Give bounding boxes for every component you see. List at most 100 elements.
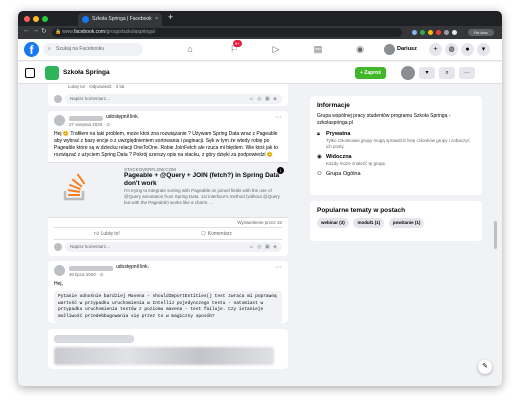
extension-icon[interactable] (420, 30, 425, 35)
visibility-description: Każdy może znaleźć tę grupę. (326, 161, 387, 166)
url-prefix: www. (62, 29, 74, 35)
group-type-info: ⚇ Grupa Ogólna (317, 171, 475, 178)
messenger-icon[interactable]: ◍ (445, 43, 458, 56)
account-menu-icon[interactable]: ▾ (477, 43, 490, 56)
create-button[interactable]: + (429, 43, 442, 56)
facebook-top-bar: f ⌕ Szukaj na Facebooku ⌂ ⚐ 9+ ▷ ▤ ◉ Dar… (18, 39, 502, 61)
avatar[interactable] (54, 265, 65, 276)
search-icon[interactable]: ⌕ (439, 67, 455, 79)
extension-icon[interactable] (444, 30, 449, 35)
avatar[interactable] (401, 66, 415, 80)
address-field[interactable]: 🔒 www.facebook.com/groups/szkolaspringa/ (52, 28, 402, 37)
view-count[interactable]: Wyświetlenie przez 32 (48, 218, 288, 227)
comment-placeholder: Napisz komentarz... (70, 244, 110, 249)
user-profile-chip[interactable]: Dariusz (383, 43, 422, 56)
visibility-title: Widoczna (326, 154, 352, 160)
comment-input[interactable]: Napisz komentarz... ☺ ◎ ▣ ◈ (65, 94, 282, 104)
facebook-logo[interactable]: f (24, 42, 39, 57)
comment-meta: Lubię to! · Odpowiedz · 3 lat (68, 84, 125, 89)
group-feed: Lubię to! · Odpowiedz · 3 lat Napisz kom… (48, 84, 288, 386)
group-people-icon: ⚇ (317, 171, 322, 177)
topic-chip[interactable]: webinar (3) (317, 218, 349, 228)
minimize-window-dot[interactable] (33, 16, 39, 22)
avatar (54, 95, 62, 103)
emoji-icon[interactable]: ☺ ◎ ▣ ◈ (249, 94, 278, 104)
facebook-search-input[interactable]: ⌕ Szukaj na Facebooku (43, 43, 143, 56)
blurred-content (54, 347, 274, 365)
post-card: udostępnił link. 27 sierpnia 2020 · ⊙ ··… (48, 111, 288, 256)
close-window-dot[interactable] (24, 16, 30, 22)
comment-composer: Napisz komentarz... ☺ ◎ ▣ ◈ (48, 92, 288, 106)
comment-placeholder: Napisz komentarz... (70, 96, 110, 101)
extension-icon[interactable] (412, 30, 417, 35)
tab-title: Szkoła Springa | Facebook (92, 16, 152, 22)
watch-icon[interactable]: ▷ (270, 44, 282, 55)
blurred-post-card (48, 329, 288, 369)
home-icon[interactable]: ⌂ (184, 44, 196, 55)
more-button[interactable]: ··· (459, 67, 475, 79)
browser-tab-bar: Szkoła Springa | Facebook × + (18, 11, 502, 26)
shared-link-label: udostępnił link. (106, 114, 140, 120)
post-card: udostępnił link. 30 lipca 2020 · ⊙ ··· H… (48, 261, 288, 323)
post-more-icon[interactable]: ··· (275, 264, 282, 271)
profile-icon[interactable] (452, 30, 457, 35)
back-arrow-icon[interactable]: ← (23, 27, 30, 34)
tab-close-icon[interactable]: × (155, 13, 158, 26)
post-date[interactable]: 30 lipca 2020 · ⊙ (69, 272, 104, 278)
info-icon[interactable]: i (277, 167, 284, 174)
popular-topics-card: Popularne tematy w postach webinar (3) m… (310, 201, 482, 241)
marketplace-icon[interactable]: ▤ (312, 44, 324, 55)
extension-icon[interactable] (428, 30, 433, 35)
link-preview[interactable]: STACKOVERFLOW.COM Pageable + @Query + JO… (48, 162, 288, 218)
new-tab-button[interactable]: + (168, 12, 173, 22)
stackoverflow-logo-icon (63, 173, 86, 201)
search-icon: ⌕ (48, 46, 51, 52)
browser-window: Szkoła Springa | Facebook × + ← → ↻ 🔒 ww… (18, 11, 502, 386)
blurred-author-name (69, 116, 103, 121)
code-block: Pytanie odnośnie bardziej Mavena - shoul… (54, 291, 282, 323)
reload-icon[interactable]: ↻ (41, 27, 47, 35)
group-type: Grupa Ogólna (326, 171, 361, 177)
comment-input[interactable]: Napisz komentarz... ☺ ◎ ▣ ◈ (65, 242, 282, 252)
group-thumbnail[interactable] (45, 66, 59, 80)
like-icon: 👍︎ (94, 231, 101, 237)
privacy-info: 🔒︎ Prywatna Tylko członkowie grupy mogą … (317, 131, 475, 150)
comment-composer: Napisz komentarz... ☺ ◎ ▣ ◈ (48, 240, 288, 256)
browser-url-bar: ← → ↻ 🔒 www.facebook.com/groups/szkolasp… (18, 26, 502, 39)
maximize-window-dot[interactable] (42, 16, 48, 22)
post-more-icon[interactable]: ··· (275, 114, 282, 121)
facebook-favicon-icon (82, 16, 89, 23)
extension-icon[interactable] (436, 30, 441, 35)
topic-chip[interactable]: powitanie (1) (388, 218, 425, 228)
comment-button[interactable]: 🗨︎ Komentarz (200, 228, 232, 240)
group-name[interactable]: Szkoła Springa (63, 62, 110, 84)
new-message-icon[interactable]: ✎ (478, 360, 492, 374)
invite-button[interactable]: + Zaproś (355, 67, 386, 79)
comment-icon: 🗨︎ (200, 231, 208, 237)
browser-tab[interactable]: Szkoła Springa | Facebook × (78, 13, 162, 26)
blurred-content (54, 335, 134, 343)
emoji-icon[interactable]: ☺ ◎ ▣ ◈ (249, 242, 278, 252)
groups-icon[interactable]: ◉ (354, 44, 366, 55)
avatar (54, 243, 62, 251)
forward-arrow-icon[interactable]: → (32, 27, 39, 34)
notifications-icon[interactable]: ● (461, 43, 474, 56)
group-info-card: Informacje Grupa wspólnej pracy studentó… (310, 96, 482, 195)
eye-icon: ◉ (317, 154, 322, 160)
lock-icon: 🔒︎ (317, 131, 320, 137)
like-label: Lubię to! (100, 231, 120, 237)
sidebar-toggle-icon[interactable] (25, 68, 35, 78)
blurred-author-name (69, 266, 113, 271)
shared-link-label: udostępnił link. (116, 264, 150, 270)
page-scrollbar[interactable] (494, 221, 497, 249)
relaunch-button[interactable]: Re-lanc (468, 29, 494, 36)
topics-title: Popularne tematy w postach (317, 207, 406, 214)
like-button[interactable]: 👍︎ Lubię to! (94, 228, 120, 240)
post-actions: 👍︎ Lubię to! 🗨︎ Komentarz (54, 227, 282, 240)
topic-chip[interactable]: moduł1 (1) (353, 218, 385, 228)
post-greeting: Hej, (54, 281, 63, 287)
post-date[interactable]: 27 sierpnia 2020 · ⊙ (69, 122, 110, 128)
avatar (384, 44, 395, 55)
avatar[interactable] (54, 115, 65, 126)
chevron-down-icon[interactable]: ▾ (419, 67, 435, 79)
